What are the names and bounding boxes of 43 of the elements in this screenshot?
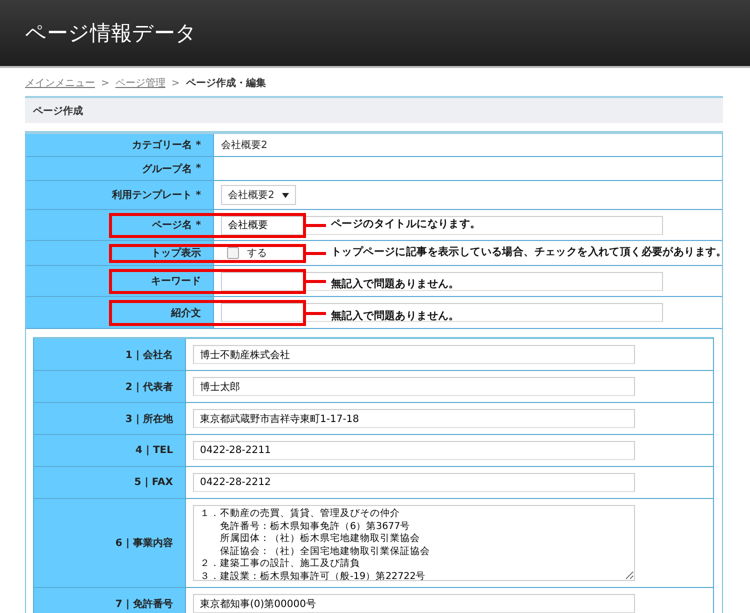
- text-input[interactable]: 博士太郎: [193, 377, 635, 396]
- breadcrumb-separator: >: [101, 78, 110, 88]
- annotation-text: トップページに記事を表示している場合、チェックを入れて頂く必要があります。: [331, 245, 727, 259]
- required-mark: *: [196, 163, 201, 174]
- text-input[interactable]: 0422-28-2212: [193, 473, 635, 492]
- required-mark: *: [196, 220, 201, 230]
- text-input[interactable]: [221, 303, 663, 322]
- text-input[interactable]: [221, 272, 663, 290]
- checkbox[interactable]: [227, 247, 239, 259]
- field-label: グループ名 *: [26, 157, 214, 180]
- template-select[interactable]: 会社概要2: [221, 185, 296, 205]
- field-label: 7 | 免許番号: [34, 588, 186, 613]
- text-input[interactable]: 東京都武蔵野市吉祥寺東町1-17-18: [193, 409, 635, 428]
- annotation-text: 無記入で問題ありません。: [331, 277, 460, 291]
- required-mark: *: [196, 140, 201, 150]
- field-label: 利用テンプレート *: [26, 181, 214, 209]
- leader-line: [306, 312, 326, 314]
- section-heading: ページ作成: [25, 96, 723, 123]
- breadcrumb-separator: >: [171, 78, 180, 88]
- leader-line: [306, 252, 326, 255]
- checkbox-label: する: [247, 247, 267, 260]
- field-label: 4 | TEL: [34, 435, 186, 466]
- caret-icon: [282, 192, 290, 198]
- annotation-text: 無記入で問題ありません。: [331, 308, 460, 322]
- page-title: ページ情報データ: [25, 20, 197, 47]
- field-label: 2 | 代表者: [34, 371, 186, 402]
- breadcrumb-link[interactable]: ページ管理: [115, 76, 166, 90]
- text-input[interactable]: 0422-28-2211: [193, 441, 635, 460]
- text-input[interactable]: 東京都知事(0)第00000号: [193, 594, 635, 613]
- text-area[interactable]: １．不動産の売買、賃貸、管理及びその仲介 免許番号：栃木県知事免許（6）第3677号 所属団体：（社）栃木県宅地建物取引業協会 保証協会：（社）全国宅地建物取引業保証協会 ２．建築工事の設計、施工及び請負 ３．建設業：栃木県知事許可（般-19）第22722号: [193, 505, 635, 581]
- field-label: 6 | 事業内容: [34, 499, 186, 587]
- text-input[interactable]: 博士不動産株式会社: [193, 345, 635, 364]
- breadcrumb-current: ページ作成・編集: [186, 76, 266, 90]
- breadcrumb-link[interactable]: メインメニュー: [25, 76, 95, 90]
- annotation-text: ページのタイトルになります。: [331, 217, 481, 231]
- field-label: 1 | 会社名: [34, 339, 186, 370]
- field-label: 3 | 所在地: [34, 403, 186, 434]
- leader-line: [306, 224, 326, 227]
- required-mark: *: [196, 190, 201, 200]
- field-label: カテゴリー名 *: [26, 134, 214, 156]
- field-value: 会社概要2: [221, 138, 268, 152]
- field-label: 5 | FAX: [34, 467, 186, 498]
- leader-line: [306, 280, 326, 283]
